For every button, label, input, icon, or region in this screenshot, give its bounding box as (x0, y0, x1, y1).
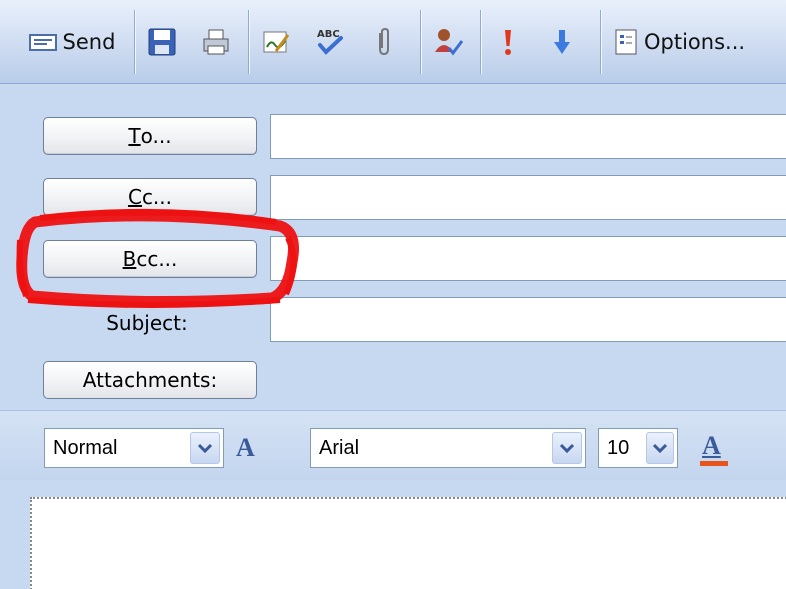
printer-icon (203, 29, 229, 55)
paperclip-icon (379, 27, 389, 56)
exclamation-icon (505, 30, 511, 55)
subject-label: Subject: (106, 311, 188, 335)
to-field[interactable] (270, 114, 786, 159)
send-button[interactable]: Send (14, 14, 130, 70)
formatting-toolbar: Normal A Arial 10 A (0, 410, 786, 480)
font-color-swatch (700, 461, 728, 466)
save-button[interactable] (140, 14, 184, 70)
to-button[interactable]: To... (43, 117, 257, 155)
chevron-down-icon (652, 443, 668, 454)
style-dropdown-arrow[interactable] (190, 432, 220, 464)
cc-field[interactable] (270, 175, 786, 220)
to-mnemonic: T (128, 124, 141, 148)
bcc-mnemonic: B (122, 247, 137, 271)
message-body-editor[interactable] (30, 497, 786, 589)
style-select[interactable]: Normal (44, 428, 224, 468)
font-color-button[interactable]: A (696, 429, 732, 473)
font-size-select[interactable]: 10 (598, 428, 678, 468)
compose-toolbar: Send ABC Options... (0, 0, 786, 84)
attachments-button[interactable]: Attachments: (43, 361, 257, 399)
message-header: To... Cc... Bcc... Subject: Attachments: (0, 85, 786, 410)
style-value: Normal (53, 436, 118, 459)
attach-file-button[interactable] (362, 14, 406, 70)
high-importance-button[interactable] (486, 14, 530, 70)
svg-text:ABC: ABC (317, 29, 340, 40)
spell-check-icon: ABC (317, 29, 343, 55)
to-button-label: o... (140, 124, 172, 148)
font-size-dropdown-arrow[interactable] (646, 432, 674, 464)
chevron-down-icon (559, 443, 575, 454)
subject-field[interactable] (270, 297, 786, 342)
cc-button[interactable]: Cc... (43, 178, 257, 216)
spell-check-button[interactable]: ABC (308, 14, 352, 70)
check-names-button[interactable] (426, 14, 470, 70)
font-dropdown-arrow[interactable] (552, 432, 582, 464)
down-arrow-icon (554, 30, 570, 54)
signature-icon (263, 31, 290, 53)
bcc-field[interactable] (270, 236, 786, 281)
options-button[interactable]: Options... (608, 14, 768, 70)
check-names-icon (435, 29, 464, 56)
font-select[interactable]: Arial (310, 428, 586, 468)
send-icon (28, 34, 57, 51)
options-icon (615, 29, 637, 55)
attachments-label: Attachments: (82, 368, 218, 392)
font-value: Arial (319, 436, 360, 459)
cc-button-label: c... (141, 185, 173, 209)
bcc-button-label: cc... (136, 247, 178, 271)
font-size-value: 10 (607, 436, 630, 459)
low-importance-button[interactable] (540, 14, 584, 70)
print-button[interactable] (194, 14, 238, 70)
floppy-disk-icon (148, 28, 176, 56)
chevron-down-icon (197, 443, 213, 454)
cc-mnemonic: C (127, 185, 142, 209)
insert-signature-button[interactable] (254, 14, 298, 70)
font-icon: A (236, 433, 255, 462)
bcc-button[interactable]: Bcc... (43, 240, 257, 278)
font-color-icon: A (702, 431, 721, 460)
send-label: Send (62, 30, 116, 54)
options-label: Options... (644, 30, 746, 54)
